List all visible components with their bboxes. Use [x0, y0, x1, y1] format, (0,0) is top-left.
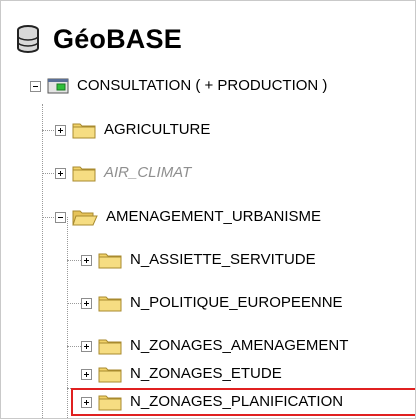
tree-item-label: N_ZONAGES_AMENAGEMENT [130, 337, 349, 354]
expand-toggle[interactable] [81, 396, 92, 408]
tree-item-label: N_ASSIETTE_SERVITUDE [130, 251, 316, 268]
app-window-icon [47, 78, 69, 94]
tree-connector [67, 260, 81, 261]
tree-item-label: AIR_CLIMAT [104, 164, 192, 181]
folder-open-icon [72, 210, 98, 226]
tree-root[interactable]: GéoBASE [15, 21, 182, 57]
tree-item-n-zonages-planification[interactable]: N_ZONAGES_PLANIFICATION [81, 387, 343, 417]
tree-connector [42, 130, 56, 131]
folder-icon [72, 166, 96, 182]
tree-connector [42, 217, 56, 218]
tree-item-n-zonages-amenagement[interactable]: N_ZONAGES_AMENAGEMENT [81, 331, 348, 361]
expand-toggle[interactable] [81, 368, 92, 380]
tree-item-label: N_ZONAGES_ETUDE [130, 365, 282, 382]
folder-icon [98, 296, 122, 312]
tree-item-n-assiette-servitude[interactable]: N_ASSIETTE_SERVITUDE [81, 245, 316, 275]
folder-icon [98, 339, 122, 355]
tree-connector [42, 173, 56, 174]
folder-icon [98, 395, 122, 411]
tree-connector [42, 104, 43, 418]
database-icon [17, 25, 39, 53]
tree-panel: GéoBASE CONSULTATION ( + PRODUCTION ) AG… [0, 0, 416, 419]
tree-connector [67, 346, 81, 347]
root-title: GéoBASE [53, 23, 182, 54]
collapse-toggle[interactable] [55, 211, 66, 223]
expand-toggle[interactable] [55, 167, 66, 179]
tree-item-air-climat[interactable]: AIR_CLIMAT [55, 158, 191, 188]
tree-item-label: AMENAGEMENT_URBANISME [106, 208, 322, 225]
expand-toggle[interactable] [81, 340, 92, 352]
tree-item-consultation[interactable]: CONSULTATION ( + PRODUCTION ) [30, 71, 327, 101]
tree-item-agriculture[interactable]: AGRICULTURE [55, 115, 210, 145]
tree-item-n-politique-europeenne[interactable]: N_POLITIQUE_EUROPEENNE [81, 288, 343, 318]
tree-item-label: CONSULTATION ( + PRODUCTION ) [77, 77, 328, 94]
folder-icon [72, 123, 96, 139]
tree-item-n-zonages-etude[interactable]: N_ZONAGES_ETUDE [81, 359, 282, 389]
tree-connector [67, 303, 81, 304]
collapse-toggle[interactable] [30, 80, 41, 92]
expand-toggle[interactable] [55, 124, 66, 136]
folder-icon [98, 253, 122, 269]
folder-icon [98, 367, 122, 383]
tree-item-amenagement-urbanisme[interactable]: AMENAGEMENT_URBANISME [55, 202, 321, 232]
expand-toggle[interactable] [81, 254, 92, 266]
tree-item-label: N_ZONAGES_PLANIFICATION [130, 393, 344, 410]
tree-item-label: N_POLITIQUE_EUROPEENNE [130, 294, 343, 311]
expand-toggle[interactable] [81, 297, 92, 309]
tree-item-label: AGRICULTURE [104, 121, 211, 138]
